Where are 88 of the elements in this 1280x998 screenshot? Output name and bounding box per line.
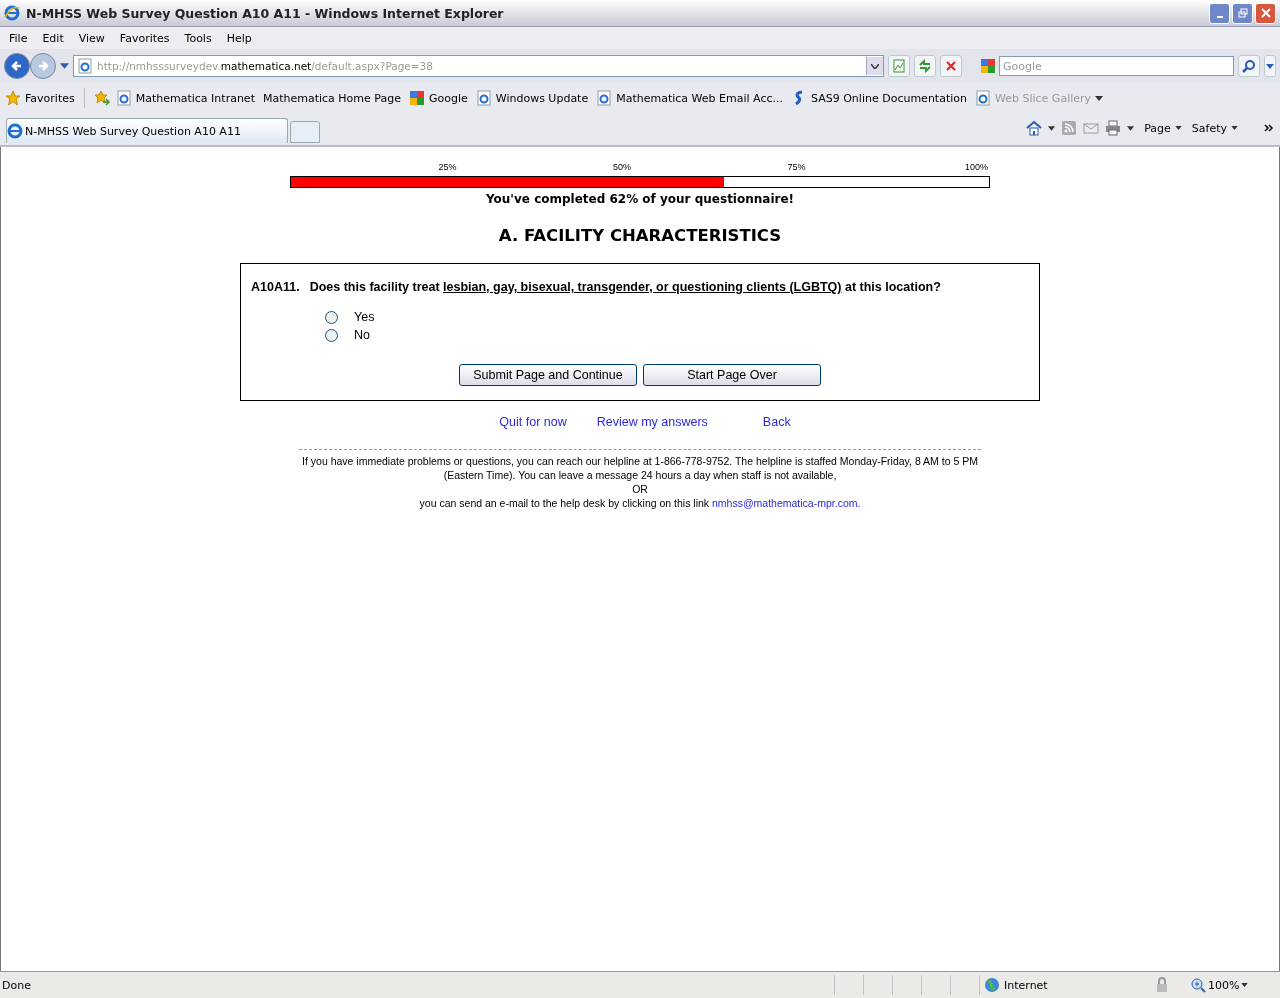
nav-link[interactable]: Back <box>762 415 791 429</box>
caret-icon[interactable] <box>60 63 69 69</box>
search-options-button[interactable] <box>1264 55 1276 77</box>
search-provider-icon <box>980 58 996 74</box>
menu-item[interactable]: Edit <box>42 31 64 45</box>
option-label: Yes <box>354 310 375 324</box>
page-icon <box>475 90 492 106</box>
address-field[interactable]: http://nmhsssurveydev.mathematica.net/default.aspx?Page=38 <box>73 55 884 77</box>
window-title: N-MHSS Web Survey Question A10 A11 - Windows Internet Explorer <box>26 5 504 21</box>
printer-icon[interactable] <box>1105 120 1122 136</box>
favorites-link[interactable]: Mathematica Home Page <box>262 91 401 105</box>
form-button[interactable]: Start Page Over <box>643 364 821 386</box>
progress-tick-label: 25% <box>437 162 457 172</box>
favorites-link[interactable]: SAS9 Online Documentation <box>791 90 967 106</box>
search-field[interactable]: Google <box>999 56 1234 76</box>
caret-icon <box>1174 126 1182 130</box>
menu-item[interactable]: View <box>78 31 105 45</box>
star-icon <box>5 90 21 106</box>
menu-item[interactable]: Help <box>226 31 252 45</box>
feed-icon[interactable] <box>1061 120 1078 136</box>
forward-button[interactable] <box>30 53 56 79</box>
menu-item[interactable]: File <box>9 31 28 45</box>
status-text: Done <box>2 978 31 992</box>
or-text: OR <box>631 482 649 496</box>
command-menu[interactable]: Safety <box>1191 121 1238 135</box>
command-menu[interactable]: Page <box>1144 121 1182 135</box>
dropdown-button[interactable] <box>866 57 883 75</box>
nav-link[interactable]: Review my answers <box>596 415 708 429</box>
progress-caption: You've completed 62% of your questionnaire! <box>484 192 796 206</box>
form-button[interactable]: Submit Page and Continue <box>459 364 637 386</box>
caret-icon[interactable] <box>1127 125 1135 131</box>
favorites-link[interactable]: Mathematica Web Email Acc... <box>596 90 783 106</box>
caret-icon <box>1231 126 1238 130</box>
helpline-text: If you have immediate problems or questions, you can reach our helpline at 1-866-778-9752. The helpline is staffed Monday-Friday, 8 AM to 5 PM (Eastern Time). You can leave a message 24 hours a day when staff is not available, <box>301 454 979 482</box>
compatibility-button[interactable] <box>888 55 910 77</box>
restore-icon <box>1237 8 1248 18</box>
browser-logo-icon <box>7 123 23 139</box>
help-desk-text: you can send an e-mail to the help desk by clicking on this link <box>419 497 710 509</box>
minimize-button[interactable] <box>1209 2 1230 24</box>
progress-tick-label: 100% <box>963 162 988 172</box>
option-label: No <box>354 328 370 342</box>
caret-icon <box>1095 95 1104 101</box>
menu-item[interactable]: Tools <box>184 31 212 45</box>
globe-icon <box>984 977 1000 993</box>
question-number: A10A11. <box>251 280 300 294</box>
question-text: Does this facility treat lesbian, gay, bisexual, transgender, or questioning clients (LGBTQ) at this location? <box>309 280 941 294</box>
favorites-button[interactable]: Favorites <box>5 90 75 106</box>
magnifier-icon <box>1190 977 1206 993</box>
close-icon <box>1260 8 1271 18</box>
home-icon[interactable] <box>1026 120 1043 136</box>
restore-button[interactable] <box>1232 2 1253 24</box>
section-heading: A. FACILITY CHARACTERISTICS <box>498 226 782 245</box>
stop-icon <box>944 59 958 73</box>
stop-button[interactable] <box>940 55 962 77</box>
email-link[interactable]: nmhss@mathematica-mpr.com. <box>712 497 861 509</box>
page-icon <box>975 90 991 106</box>
radio-button[interactable] <box>325 328 338 342</box>
progress-tick-label: 50% <box>612 162 631 172</box>
radio-button[interactable] <box>325 310 338 324</box>
favorites-link[interactable]: Windows Update <box>475 90 589 106</box>
back-button[interactable] <box>4 53 30 79</box>
caret-icon[interactable] <box>1048 125 1056 131</box>
page-icon <box>596 90 613 106</box>
add-favorite-icon[interactable] <box>93 90 110 106</box>
browser-logo-icon <box>4 5 20 21</box>
chevron-icon[interactable] <box>1264 124 1274 132</box>
protected-mode-icon[interactable] <box>1154 977 1170 993</box>
menu-item[interactable]: Favorites <box>119 31 170 45</box>
favorites-link[interactable]: Mathematica Intranet <box>115 90 255 106</box>
security-zone: Internet <box>979 975 1134 995</box>
minimize-icon <box>1216 16 1223 18</box>
refresh-icon <box>918 59 932 73</box>
search-button[interactable] <box>1238 55 1260 77</box>
favorites-link[interactable]: Google <box>408 90 468 106</box>
zoom-control[interactable]: 100% <box>1190 977 1280 993</box>
browser-tab[interactable]: N-MHSS Web Survey Question A10 A11 <box>6 118 288 143</box>
caret-icon <box>1241 983 1249 987</box>
close-button[interactable] <box>1255 2 1276 24</box>
chart-page-icon <box>892 59 906 73</box>
search-icon <box>1242 59 1256 73</box>
refresh-button[interactable] <box>914 55 936 77</box>
caret-icon <box>1266 63 1274 69</box>
nav-link[interactable]: Quit for now <box>499 415 567 429</box>
page-icon <box>115 90 132 106</box>
caret-icon <box>871 63 879 69</box>
progress-tick-label: 75% <box>786 162 806 172</box>
page-icon <box>77 58 93 74</box>
colored-squares-icon <box>408 90 425 106</box>
